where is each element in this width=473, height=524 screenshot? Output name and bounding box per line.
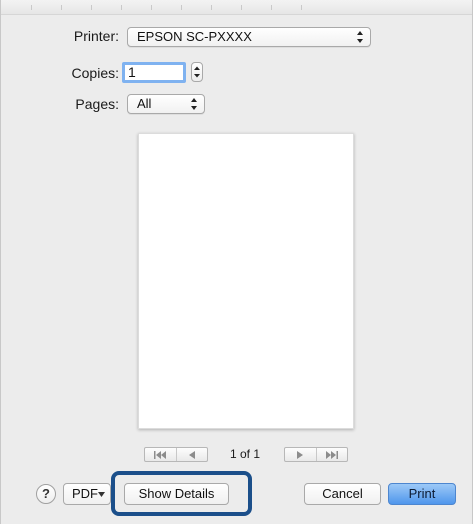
cancel-button[interactable]: Cancel — [304, 483, 381, 505]
last-page-icon — [325, 450, 338, 459]
first-page-button[interactable] — [145, 448, 176, 461]
printer-value: EPSON SC-PXXXX — [137, 29, 252, 44]
previous-page-icon — [188, 450, 195, 459]
first-page-icon — [154, 450, 167, 459]
previous-page-button[interactable] — [175, 448, 208, 461]
print-preview-page — [138, 133, 354, 429]
pdf-label: PDF — [72, 486, 98, 501]
copies-input[interactable]: 1 — [122, 62, 186, 83]
page-count: 1 of 1 — [229, 447, 261, 461]
last-page-button[interactable] — [315, 448, 348, 461]
dialog-top-edge — [1, 0, 472, 15]
preview-forward-buttons — [284, 447, 348, 462]
copies-stepper[interactable] — [191, 62, 203, 82]
updown-arrows-icon — [357, 31, 363, 43]
updown-arrows-icon — [191, 98, 197, 110]
next-page-icon — [297, 450, 304, 459]
pages-value: All — [137, 96, 152, 111]
copies-label: Copies: — [71, 65, 119, 81]
help-button[interactable]: ? — [36, 484, 56, 504]
show-details-button[interactable]: Show Details — [124, 483, 229, 505]
preview-back-buttons — [144, 447, 208, 462]
printer-popup[interactable]: EPSON SC-PXXXX — [127, 27, 371, 47]
pdf-menu-button[interactable]: PDF — [63, 483, 111, 505]
chevron-down-icon — [98, 492, 105, 497]
print-button[interactable]: Print — [388, 483, 456, 505]
printer-label: Printer: — [73, 28, 119, 44]
pages-popup[interactable]: All — [127, 94, 205, 114]
print-dialog: Printer: EPSON SC-PXXXX Copies: 1 Pages:… — [0, 0, 473, 524]
stepper-arrows-icon — [194, 66, 200, 78]
next-page-button[interactable] — [285, 448, 316, 461]
pages-label: Pages: — [75, 96, 119, 112]
